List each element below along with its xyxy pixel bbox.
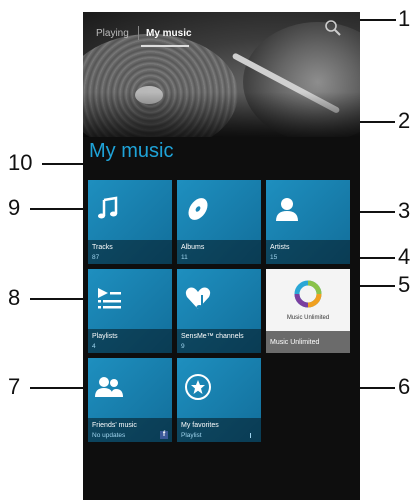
facebook-icon: f <box>160 431 168 439</box>
tab-playing[interactable]: Playing <box>96 28 129 39</box>
flag-icon <box>250 433 256 438</box>
header-shade <box>83 92 360 137</box>
tile-label: My favorites <box>181 422 219 429</box>
tile-count: 9 <box>181 343 185 350</box>
tile-label: Artists <box>270 244 290 251</box>
tile-music-unlimited[interactable]: Music Unlimited Music Unlimited <box>266 269 350 353</box>
tile-my-favorites[interactable]: My favorites Playlist <box>177 358 261 442</box>
callout-8: 8 <box>8 285 21 310</box>
friends-icon <box>95 377 123 397</box>
music-app-screen: Playing My music My music Tracks 87 Albu… <box>83 12 360 500</box>
tab-active-indicator <box>141 45 189 47</box>
tile-count: 87 <box>92 254 100 261</box>
page-title: My music <box>89 140 174 162</box>
heart-note-icon <box>185 287 211 309</box>
callout-10: 10 <box>8 150 33 175</box>
callout-7: 7 <box>8 374 21 399</box>
music-unlimited-logo-text: Music Unlimited <box>286 315 330 321</box>
tile-playlists[interactable]: Playlists 4 <box>88 269 172 353</box>
tab-bar: Playing My music <box>83 12 360 52</box>
tile-count: 4 <box>92 343 96 350</box>
callout-1: 1 <box>398 6 411 31</box>
callout-9: 9 <box>8 195 21 220</box>
tile-friends-music[interactable]: Friends' music No updates f <box>88 358 172 442</box>
playlist-icon <box>98 288 121 309</box>
callout-3: 3 <box>398 198 411 223</box>
tile-tracks[interactable]: Tracks 87 <box>88 180 172 264</box>
callout-2: 2 <box>398 108 411 133</box>
disc-icon <box>188 198 208 220</box>
tile-status: No updates <box>92 432 126 439</box>
tile-artists[interactable]: Artists 15 <box>266 180 350 264</box>
tile-label: Music Unlimited <box>270 339 320 346</box>
person-icon <box>276 198 298 221</box>
search-icon[interactable] <box>323 18 343 38</box>
tab-my-music[interactable]: My music <box>146 28 192 39</box>
tile-label: Playlists <box>92 333 118 340</box>
callout-5: 5 <box>398 272 411 297</box>
callout-6: 6 <box>398 374 411 399</box>
tile-label: Friends' music <box>92 422 137 429</box>
tile-label: SensMe™ channels <box>181 333 244 340</box>
tile-sensme-channels[interactable]: SensMe™ channels 9 <box>177 269 261 353</box>
music-unlimited-logo-icon <box>294 280 322 308</box>
tile-count: 11 <box>181 254 188 261</box>
callout-4: 4 <box>398 244 411 269</box>
tab-separator <box>138 26 139 40</box>
tile-count: 15 <box>270 254 278 261</box>
tile-label: Tracks <box>92 244 113 251</box>
tile-label: Albums <box>181 244 205 251</box>
note-icon <box>98 196 118 219</box>
tile-albums[interactable]: Albums 11 <box>177 180 261 264</box>
star-icon <box>185 374 211 400</box>
tile-subtitle: Playlist <box>181 432 202 439</box>
